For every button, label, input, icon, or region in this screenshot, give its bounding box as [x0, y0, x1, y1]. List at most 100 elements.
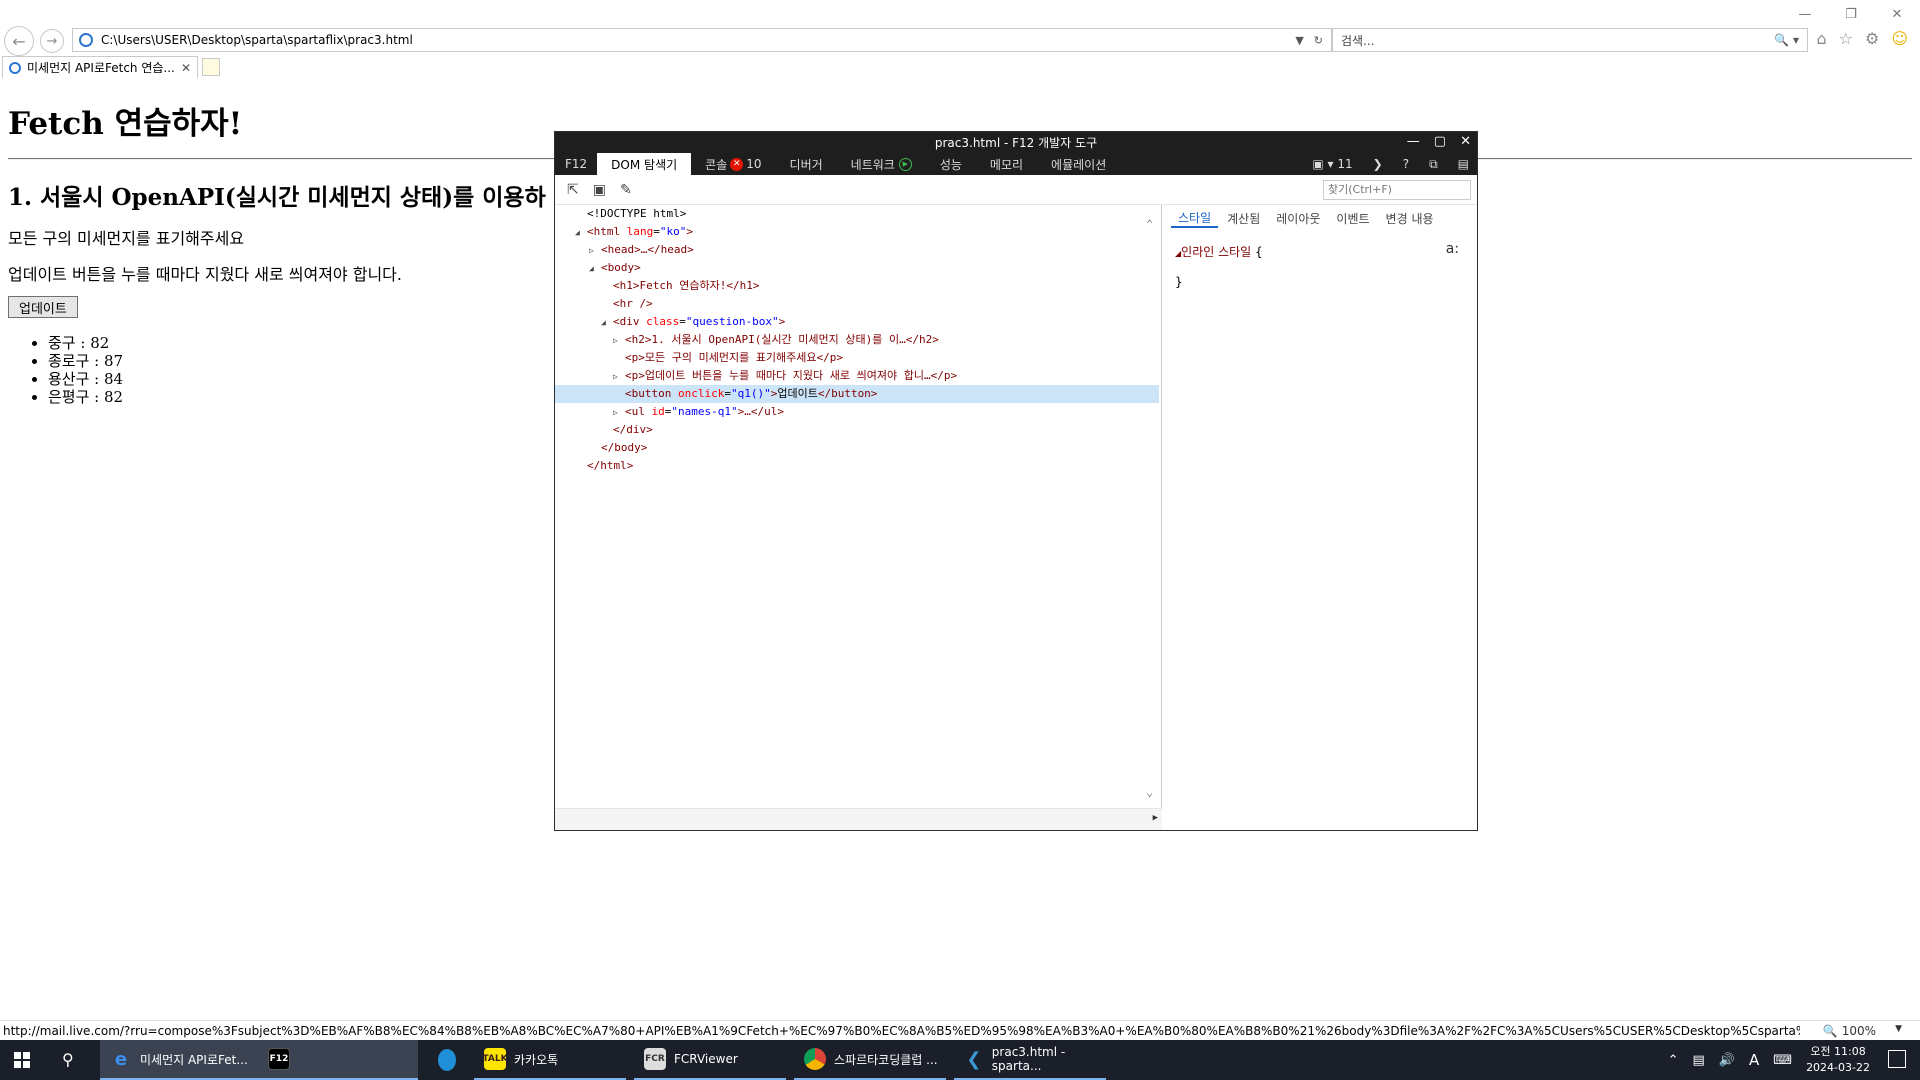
dom-node[interactable]: ◢ <html lang="ko"> — [555, 223, 1159, 241]
search-box[interactable]: 검색... 🔍 ▾ — [1332, 28, 1808, 52]
devtools-maximize-icon[interactable]: ▢ — [1434, 134, 1446, 149]
search-dropdown-icon[interactable]: ▾ — [1793, 33, 1799, 47]
zoom-dropdown-icon[interactable]: ▼ — [1895, 1024, 1902, 1034]
collapse-arrow-icon[interactable]: ◢ — [575, 224, 587, 242]
dom-node[interactable]: ◢ <body> — [555, 259, 1159, 277]
dom-node[interactable]: <p>모든 구의 미세먼지를 표기해주세요</p> — [555, 349, 1159, 367]
keyboard-icon[interactable]: ⌨ — [1773, 1053, 1792, 1068]
taskbar-item-chrome[interactable]: 스파르타코딩클럽 ... — [794, 1040, 946, 1080]
ie-tab-icon — [9, 61, 21, 74]
expand-arrow-icon[interactable]: ▷ — [613, 332, 625, 350]
network-icon[interactable]: ▤ — [1693, 1053, 1705, 1068]
highlight-box-icon[interactable]: ▣ — [593, 182, 606, 198]
dom-node[interactable]: <!DOCTYPE html> — [555, 205, 1159, 223]
tab-network[interactable]: 네트워크 ▶ — [837, 153, 926, 175]
tab-debugger[interactable]: 디버거 — [776, 153, 837, 175]
console-toggle-icon[interactable]: ❯ — [1373, 157, 1383, 171]
taskbar-item-ie[interactable]: e 미세먼지 API로Fet... — [100, 1040, 258, 1080]
tray-expand-icon[interactable]: ⌃ — [1668, 1053, 1679, 1068]
dom-node[interactable]: ▷ <head>…</head> — [555, 241, 1159, 259]
devtools-minimize-icon[interactable]: — — [1407, 134, 1420, 149]
dom-node[interactable]: <h1>Fetch 연습하자!</h1> — [555, 277, 1159, 295]
select-element-icon[interactable]: ⇱ — [567, 182, 579, 198]
windows-start-icon[interactable] — [14, 1052, 30, 1068]
tab-emulation[interactable]: 에뮬레이션 — [1037, 153, 1120, 175]
taskbar-item-vscode[interactable]: ❮ prac3.html - sparta... — [954, 1040, 1106, 1080]
close-icon[interactable]: ✕ — [1874, 0, 1920, 28]
search-input[interactable]: 검색... — [1341, 32, 1774, 49]
dom-node[interactable]: </div> — [555, 421, 1159, 439]
taskbar-item-edge[interactable] — [428, 1040, 464, 1080]
tab-layout[interactable]: 레이아웃 — [1269, 210, 1327, 227]
dropdown-icon[interactable]: ▼ — [1295, 34, 1303, 47]
dom-horizontal-scrollbar[interactable]: ▶ — [555, 808, 1162, 830]
home-icon[interactable]: ⌂ — [1816, 29, 1826, 48]
tab-label[interactable]: 미세먼지 API로Fetch 연습... — [27, 59, 175, 76]
gear-icon[interactable]: ⚙ — [1865, 29, 1879, 48]
undock-icon[interactable]: ⧉ — [1429, 157, 1438, 172]
inline-style-rule[interactable]: ◢인라인 스타일 { — [1175, 243, 1263, 260]
tab-events[interactable]: 이벤트 — [1329, 210, 1376, 227]
browser-tab[interactable]: 미세먼지 API로Fetch 연습... ✕ — [2, 56, 198, 78]
tab-performance[interactable]: 성능 — [926, 153, 976, 175]
tab-memory[interactable]: 메모리 — [976, 153, 1037, 175]
dom-node-selected[interactable]: <button onclick="q1()">업데이트</button> — [555, 385, 1159, 403]
tab-styles[interactable]: 스타일 — [1171, 209, 1219, 228]
address-text[interactable]: C:\Users\USER\Desktop\sparta\spartaflix\… — [101, 33, 1295, 47]
devtools-close-icon[interactable]: ✕ — [1460, 134, 1471, 149]
refresh-icon[interactable]: ↻ — [1314, 34, 1323, 47]
collapse-arrow-icon[interactable]: ◢ — [601, 314, 613, 332]
dom-node[interactable]: </body> — [555, 439, 1159, 457]
address-bar[interactable]: C:\Users\USER\Desktop\sparta\spartaflix\… — [72, 28, 1332, 52]
restore-icon[interactable]: ❐ — [1828, 0, 1874, 28]
minimize-icon[interactable]: — — [1782, 0, 1828, 28]
new-tab-button[interactable] — [202, 58, 220, 76]
dock-icon[interactable]: ▤ — [1458, 157, 1469, 171]
tag-text: <div — [613, 315, 640, 328]
scroll-up-icon[interactable]: ⌃ — [1146, 217, 1153, 231]
scroll-right-icon[interactable]: ▶ — [1153, 813, 1158, 823]
zoom-level[interactable]: 🔍 100% — [1823, 1024, 1876, 1038]
tab-f12[interactable]: F12 — [555, 153, 597, 175]
dom-toolbar: ⇱ ▣ ✎ 찾기(Ctrl+F) — [555, 175, 1477, 205]
taskbar-item-kakaotalk[interactable]: TALK 카카오톡 — [474, 1040, 626, 1080]
scroll-down-icon[interactable]: ⌄ — [1146, 785, 1153, 799]
error-icon: ✕ — [730, 157, 744, 171]
tab-changes[interactable]: 변경 내용 — [1379, 210, 1441, 227]
forward-button[interactable]: → — [40, 29, 64, 53]
document-mode-dropdown[interactable]: ▣ ▾ 11 — [1312, 157, 1352, 171]
clock[interactable]: 오전 11:08 2024-03-22 — [1806, 1044, 1870, 1076]
taskbar-search-icon[interactable]: ⚲ — [62, 1050, 74, 1069]
tab-dom-explorer[interactable]: DOM 탐색기 — [597, 153, 692, 175]
list-item: 용산구 : 84 — [48, 370, 123, 388]
dom-vertical-scrollbar[interactable]: ⌃ ⌄ — [1143, 205, 1161, 805]
ime-indicator[interactable]: A — [1749, 1051, 1759, 1069]
dom-node[interactable]: ◢ <div class="question-box"> — [555, 313, 1159, 331]
expand-arrow-icon[interactable]: ▷ — [613, 404, 625, 422]
tab-close-icon[interactable]: ✕ — [175, 61, 197, 75]
favorites-star-icon[interactable]: ☆ — [1839, 29, 1853, 48]
tab-computed[interactable]: 계산됨 — [1220, 210, 1267, 227]
text-format-icon[interactable]: a: — [1446, 241, 1459, 257]
update-button[interactable]: 업데이트 — [8, 296, 78, 318]
expand-arrow-icon[interactable]: ▷ — [589, 242, 601, 260]
taskbar-item-f12[interactable]: F12 — [258, 1040, 418, 1080]
dom-node[interactable]: ▷ <p>업데이트 버튼을 누를 때마다 지웠다 새로 씌여져야 합니…</p> — [555, 367, 1159, 385]
smiley-icon[interactable]: ☺ — [1891, 29, 1908, 48]
dom-node[interactable]: ▷ <ul id="names-q1">…</ul> — [555, 403, 1159, 421]
tab-console[interactable]: 콘솔 ✕ 10 — [691, 153, 775, 175]
collapse-arrow-icon[interactable]: ◢ — [589, 260, 601, 278]
find-input[interactable]: 찾기(Ctrl+F) — [1323, 180, 1471, 200]
eyedropper-icon[interactable]: ✎ — [620, 182, 632, 198]
dom-node[interactable]: ▷ <h2>1. 서울시 OpenAPI(실시간 미세먼지 상태)를 이…</h2… — [555, 331, 1159, 349]
devtools-tabs: F12 DOM 탐색기 콘솔 ✕ 10 디버거 네트워크 ▶ 성능 메모리 에뮬레이션… — [555, 153, 1477, 175]
back-button[interactable]: ← — [4, 26, 34, 56]
notification-icon[interactable] — [1888, 1050, 1906, 1068]
volume-icon[interactable]: 🔊 — [1719, 1053, 1735, 1068]
help-icon[interactable]: ? — [1403, 157, 1409, 171]
expand-arrow-icon[interactable]: ▷ — [613, 368, 625, 386]
dom-node[interactable]: <hr /> — [555, 295, 1159, 313]
search-icon[interactable]: 🔍 — [1774, 33, 1789, 47]
dom-node[interactable]: </html> — [555, 457, 1159, 475]
taskbar-item-fcrviewer[interactable]: FCR FCRViewer — [634, 1040, 786, 1080]
